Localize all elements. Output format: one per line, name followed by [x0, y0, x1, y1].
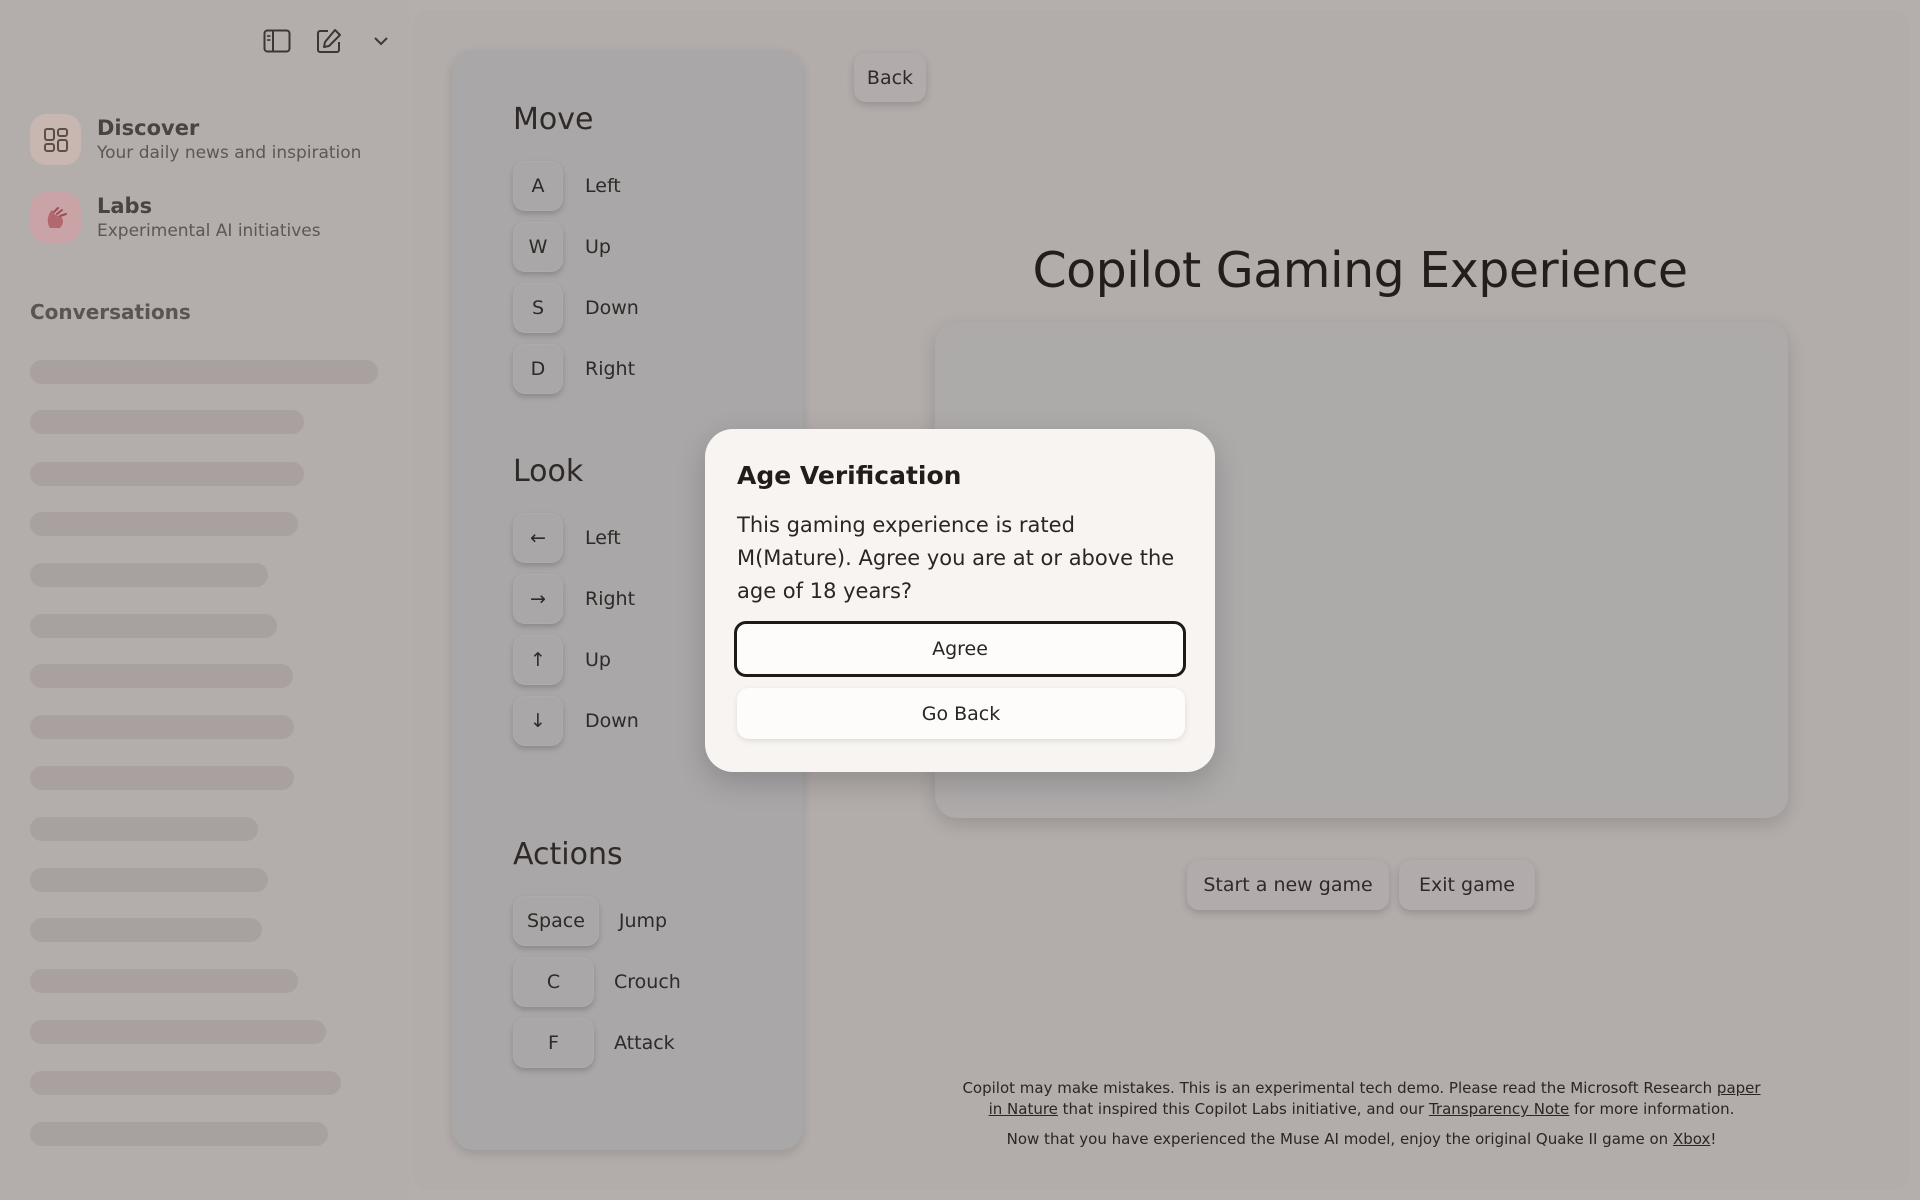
back-button[interactable]: Back	[854, 53, 926, 102]
key-cap: D	[513, 344, 563, 394]
sidebar-toolbar	[262, 26, 396, 56]
key-cap: S	[513, 283, 563, 333]
conversation-placeholder	[30, 918, 262, 942]
conversation-placeholder	[30, 512, 298, 536]
control-row: A Left	[513, 161, 621, 211]
control-row: S Down	[513, 283, 639, 333]
control-label: Down	[585, 710, 639, 732]
dialog-title: Age Verification	[737, 461, 962, 490]
sidebar-item-subtitle: Your daily news and inspiration	[97, 143, 362, 163]
control-row: Space Jump	[513, 896, 667, 946]
start-new-game-button[interactable]: Start a new game	[1187, 860, 1389, 910]
key-cap: A	[513, 161, 563, 211]
conversation-placeholder	[30, 817, 258, 841]
promo-text-part: Now that you have experienced the Muse A…	[1006, 1130, 1673, 1148]
go-back-button[interactable]: Go Back	[737, 688, 1185, 739]
sidebar-item-labs[interactable]: Labs Experimental AI initiatives	[30, 192, 321, 243]
sidebar-item-title: Discover	[97, 116, 200, 140]
control-row: ← Left	[513, 513, 621, 563]
conversation-placeholder	[30, 1071, 341, 1095]
page-title: Copilot Gaming Experience	[1032, 242, 1688, 299]
arrow-up-icon: ↑	[513, 635, 563, 685]
disclaimer-text-part: that inspired this Copilot Labs initiati…	[1057, 1100, 1429, 1118]
control-label: Jump	[618, 910, 668, 932]
disclaimer-text: Copilot may make mistakes. This is an ex…	[960, 1078, 1763, 1120]
control-row: ↓ Down	[513, 696, 639, 746]
conversation-placeholder	[30, 766, 294, 790]
conversation-placeholder	[30, 563, 268, 587]
key-cap: F	[513, 1018, 594, 1068]
conversation-placeholder	[30, 360, 378, 384]
conversation-placeholder	[30, 614, 277, 638]
arrow-right-icon: →	[513, 574, 563, 624]
sidebar-item-title: Labs	[97, 194, 153, 218]
move-heading: Move	[513, 102, 594, 137]
new-chat-icon[interactable]	[314, 26, 344, 56]
conversations-heading: Conversations	[30, 300, 191, 324]
control-row: C Crouch	[513, 957, 681, 1007]
control-label: Up	[585, 649, 611, 671]
sidebar-toggle-icon[interactable]	[262, 26, 292, 56]
xbox-promo-text: Now that you have experienced the Muse A…	[960, 1129, 1763, 1150]
control-row: ↑ Up	[513, 635, 611, 685]
transparency-note-link[interactable]: Transparency Note	[1429, 1100, 1569, 1118]
age-verification-dialog: Age Verification This gaming experience …	[705, 429, 1215, 772]
labs-icon	[30, 192, 81, 243]
conversation-placeholder	[30, 1020, 326, 1044]
conversation-placeholder	[30, 1122, 328, 1146]
sidebar-item-subtitle: Experimental AI initiatives	[97, 221, 321, 241]
disclaimer-text-part: for more information.	[1569, 1100, 1735, 1118]
actions-heading: Actions	[513, 837, 623, 872]
xbox-link[interactable]: Xbox	[1673, 1130, 1710, 1148]
control-label: Right	[585, 358, 636, 380]
sidebar: Discover Your daily news and inspiration…	[0, 0, 410, 1200]
control-row: W Up	[513, 222, 611, 272]
conversation-placeholder	[30, 868, 268, 892]
disclaimer-text-part: Copilot may make mistakes. This is an ex…	[962, 1079, 1717, 1097]
control-label: Attack	[614, 1032, 675, 1054]
key-cap: C	[513, 957, 594, 1007]
control-label: Right	[585, 588, 636, 610]
control-label: Up	[585, 236, 611, 258]
conversation-placeholder	[30, 664, 293, 688]
control-label: Down	[585, 297, 639, 319]
conversation-placeholder	[30, 715, 294, 739]
control-row: → Right	[513, 574, 635, 624]
agree-button[interactable]: Agree	[734, 621, 1186, 677]
control-label: Left	[585, 175, 621, 197]
control-row: D Right	[513, 344, 635, 394]
look-heading: Look	[513, 454, 584, 489]
dialog-message: This gaming experience is rated M(Mature…	[737, 513, 1175, 603]
control-row: F Attack	[513, 1018, 675, 1068]
conversation-placeholder	[30, 462, 304, 486]
promo-text-part: !	[1710, 1130, 1717, 1148]
conversation-placeholder	[30, 969, 298, 993]
exit-game-button[interactable]: Exit game	[1399, 860, 1535, 910]
arrow-left-icon: ←	[513, 513, 563, 563]
arrow-down-icon: ↓	[513, 696, 563, 746]
conversation-placeholder	[30, 410, 304, 434]
control-label: Left	[585, 527, 621, 549]
control-label: Crouch	[614, 971, 681, 993]
key-cap: Space	[513, 896, 599, 946]
discover-icon	[30, 114, 81, 165]
sidebar-item-discover[interactable]: Discover Your daily news and inspiration	[30, 114, 361, 165]
chevron-down-icon[interactable]	[366, 26, 396, 56]
key-cap: W	[513, 222, 563, 272]
